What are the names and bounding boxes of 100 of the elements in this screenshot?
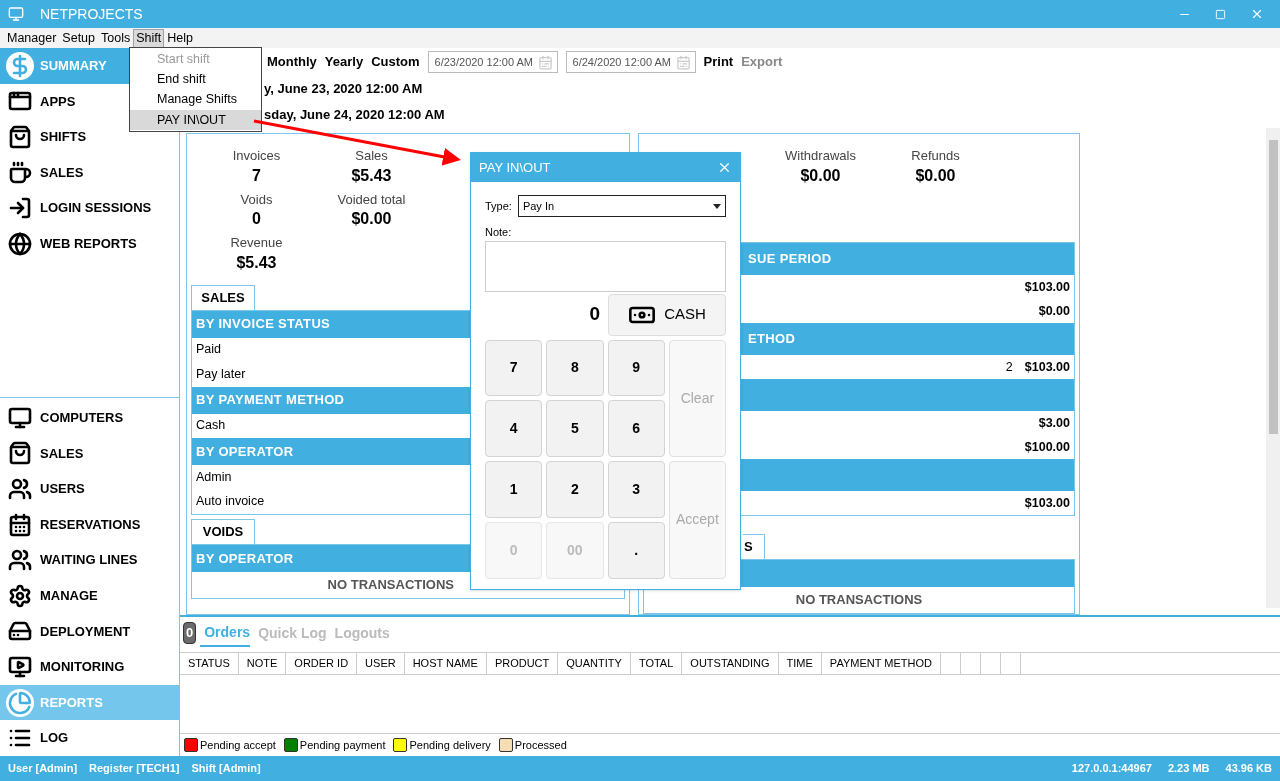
- toolbar-button[interactable]: Print: [703, 52, 734, 72]
- sidebar-item[interactable]: SHIFTS: [0, 119, 95, 155]
- stat-value: $5.43: [351, 165, 392, 186]
- amount-display: 0: [589, 302, 600, 327]
- sidebar-item[interactable]: SALES: [0, 435, 92, 472]
- column-header[interactable]: STATUS: [180, 653, 239, 674]
- pie-icon: [6, 688, 34, 717]
- keypad-key[interactable]: 5: [546, 400, 604, 457]
- row-value: $0.00: [1038, 302, 1070, 320]
- group-title: BY PAYMENT METHOD: [196, 391, 345, 410]
- row-label: Paid: [196, 341, 222, 359]
- window-title: NETPROJECTS: [40, 4, 143, 24]
- scrollbar[interactable]: [1266, 128, 1280, 608]
- keypad-key[interactable]: 8: [546, 339, 604, 397]
- group-title: BY OPERATOR: [196, 442, 294, 461]
- menu-item[interactable]: Manager: [4, 28, 60, 48]
- keypad-key[interactable]: 9: [607, 339, 665, 397]
- period-button[interactable]: Monthly: [267, 52, 317, 72]
- column-header[interactable]: NOTE: [238, 653, 287, 674]
- date-field[interactable]: 6/23/2020 12:00 AM: [427, 51, 558, 73]
- legend-label: Pending payment: [299, 737, 386, 753]
- sidebar-item[interactable]: LOG: [0, 720, 77, 756]
- stat-value: 0: [252, 209, 261, 229]
- row-value: $3.00: [1038, 414, 1070, 432]
- menu-item[interactable]: Help: [164, 28, 196, 48]
- close-button[interactable]: [717, 160, 732, 175]
- legend-label: Pending accept: [200, 737, 276, 753]
- stat-label: Sales: [355, 147, 388, 165]
- sidebar-item[interactable]: APPS: [0, 83, 84, 120]
- status-text: 127.0.0.1:44967: [1071, 761, 1152, 777]
- status-text: Shift [Admin]: [191, 761, 261, 777]
- calendar-icon: [537, 54, 553, 70]
- sidebar-item[interactable]: SALES: [0, 154, 92, 191]
- stat-label: Voids: [240, 190, 273, 209]
- note-label: Note:: [485, 225, 513, 240]
- note-field[interactable]: [485, 240, 726, 292]
- keypad-key[interactable]: .: [607, 521, 665, 579]
- sidebar-item[interactable]: COMPUTERS: [0, 400, 132, 436]
- period-text: y, June 23, 2020 12:00 AM: [264, 80, 423, 99]
- date-field[interactable]: 6/24/2020 12:00 AM: [565, 51, 696, 73]
- menu-option[interactable]: Manage Shifts: [130, 89, 261, 110]
- keypad-key[interactable]: 7: [485, 339, 543, 397]
- group-title: BY OPERATOR: [196, 549, 294, 568]
- keypad-key[interactable]: 3: [607, 461, 665, 518]
- sidebar-item[interactable]: WAITING LINES: [0, 542, 146, 579]
- row-label: Auto invoice: [196, 493, 265, 511]
- stat-value: 7: [252, 165, 261, 186]
- group-title: SUE PERIOD: [748, 250, 832, 269]
- column-header[interactable]: QUANTITY: [558, 653, 631, 674]
- stat-label: Voided total: [337, 190, 406, 209]
- keypad-key[interactable]: 4: [485, 400, 543, 457]
- sidebar-item[interactable]: WEB REPORTS: [0, 225, 145, 262]
- column-header[interactable]: USER: [357, 653, 405, 674]
- column-header[interactable]: ORDER ID: [286, 653, 358, 674]
- type-select[interactable]: Pay In: [517, 195, 726, 217]
- section-tab[interactable]: S: [743, 534, 765, 559]
- maximize-button[interactable]: [1215, 8, 1226, 20]
- keypad-key[interactable]: 2: [546, 461, 604, 518]
- menu-item[interactable]: Setup: [59, 28, 98, 48]
- keypad-key[interactable]: 6: [607, 400, 665, 457]
- stat-value: $5.43: [236, 252, 277, 273]
- period-button[interactable]: Custom: [371, 52, 420, 72]
- stat-value: $0.00: [915, 165, 956, 186]
- dollar-icon: [6, 51, 34, 80]
- cash-button[interactable]: CASH: [608, 293, 726, 336]
- calendar-icon: [675, 54, 691, 70]
- monitor-icon: [8, 6, 24, 22]
- legend-label: Pending delivery: [409, 737, 491, 753]
- sidebar-item[interactable]: DEPLOYMENT: [0, 613, 139, 650]
- sidebar-item[interactable]: MONITORING: [0, 649, 133, 685]
- menu-option[interactable]: PAY IN\OUT: [130, 109, 261, 131]
- stat-label: Withdrawals: [785, 147, 856, 165]
- sidebar-item[interactable]: LOGIN SESSIONS: [0, 190, 160, 226]
- column-header[interactable]: HOST NAME: [404, 653, 487, 674]
- stat-label: Invoices: [232, 147, 281, 165]
- caret-icon: [713, 203, 721, 209]
- status-text: Register [TECH1]: [89, 761, 180, 777]
- column-header[interactable]: PRODUCT: [486, 653, 559, 674]
- column-header[interactable]: TOTAL: [630, 653, 683, 674]
- dialog-title: PAY IN\OUT: [479, 158, 551, 177]
- column-header[interactable]: PAYMENT METHOD: [821, 653, 941, 674]
- empty-message: NO TRANSACTIONS: [795, 591, 923, 610]
- column-header[interactable]: OUTSTANDING: [682, 653, 779, 674]
- stat-value: $0.00: [800, 165, 841, 186]
- sidebar-item[interactable]: USERS: [0, 471, 93, 507]
- period-button[interactable]: Yearly: [324, 52, 364, 72]
- sidebar-item[interactable]: MANAGE: [0, 578, 106, 614]
- period-text: sday, June 24, 2020 12:00 AM: [264, 106, 445, 125]
- section-tab[interactable]: VOIDS: [191, 519, 255, 544]
- row-label: Cash: [196, 417, 226, 435]
- sidebar-item[interactable]: RESERVATIONS: [0, 506, 149, 543]
- keypad-key[interactable]: 1: [485, 461, 543, 518]
- menu-item[interactable]: Tools: [98, 28, 134, 48]
- row-value: $103.00: [1024, 358, 1070, 376]
- menu-item[interactable]: Shift: [133, 28, 165, 48]
- section-tab[interactable]: SALES: [191, 284, 255, 310]
- stat-label: Refunds: [911, 147, 960, 165]
- close-button[interactable]: [1250, 7, 1264, 21]
- column-header[interactable]: TIME: [778, 653, 822, 674]
- stat-label: Revenue: [230, 234, 283, 252]
